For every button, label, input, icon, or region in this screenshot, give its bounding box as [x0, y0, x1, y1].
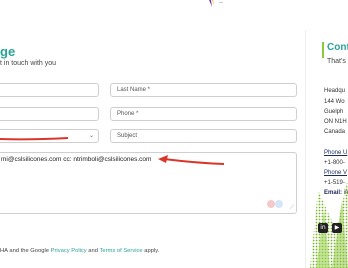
form-subtitle: t in touch with you	[0, 60, 57, 67]
chevron-down-icon: ⌄	[88, 133, 94, 139]
address-line: 144 Wo	[324, 99, 345, 105]
first-name-field[interactable]	[0, 83, 99, 97]
phone-label[interactable]: Phone U	[324, 150, 347, 156]
youtube-icon[interactable]: ▶	[332, 223, 342, 233]
message-text: mi@cslsilicones.com cc: ntrimboli@cslsil…	[1, 156, 152, 163]
linkedin-icon[interactable]: in	[318, 223, 328, 233]
form-title: ge	[0, 44, 16, 59]
phone-value: +1-800-	[324, 160, 345, 166]
email-field[interactable]	[0, 107, 99, 121]
subject-field[interactable]: Subject	[110, 129, 297, 143]
address-line: ON N1H	[324, 119, 347, 125]
address-line: Headqu	[324, 88, 346, 94]
decorative-graphic	[310, 178, 348, 268]
accent-bar	[322, 42, 324, 58]
contact-title: Cont	[327, 42, 348, 53]
message-textarea[interactable]: mi@cslsilicones.com cc: ntrimboli@cslsil…	[0, 152, 297, 214]
recaptcha-notice: HA and the Google Privacy Policy and Ter…	[0, 248, 160, 254]
annotation-arrow-left	[0, 137, 69, 141]
address-line: Guelph	[324, 109, 344, 115]
address-line: Canada	[324, 129, 346, 135]
recaptcha-icon	[267, 200, 283, 208]
phone-field[interactable]: Phone *	[110, 107, 297, 121]
contact-subtitle: That's	[327, 58, 346, 65]
last-name-field[interactable]: Last Name *	[110, 83, 297, 97]
resize-handle-icon[interactable]: ⟋	[290, 205, 294, 212]
contact-form: ge t in touch with you Last Name * Phone…	[0, 0, 305, 268]
terms-of-service-link[interactable]: Terms of Service	[99, 248, 142, 254]
privacy-policy-link[interactable]: Privacy Policy	[51, 248, 87, 254]
annotation-arrow-right	[158, 155, 225, 165]
